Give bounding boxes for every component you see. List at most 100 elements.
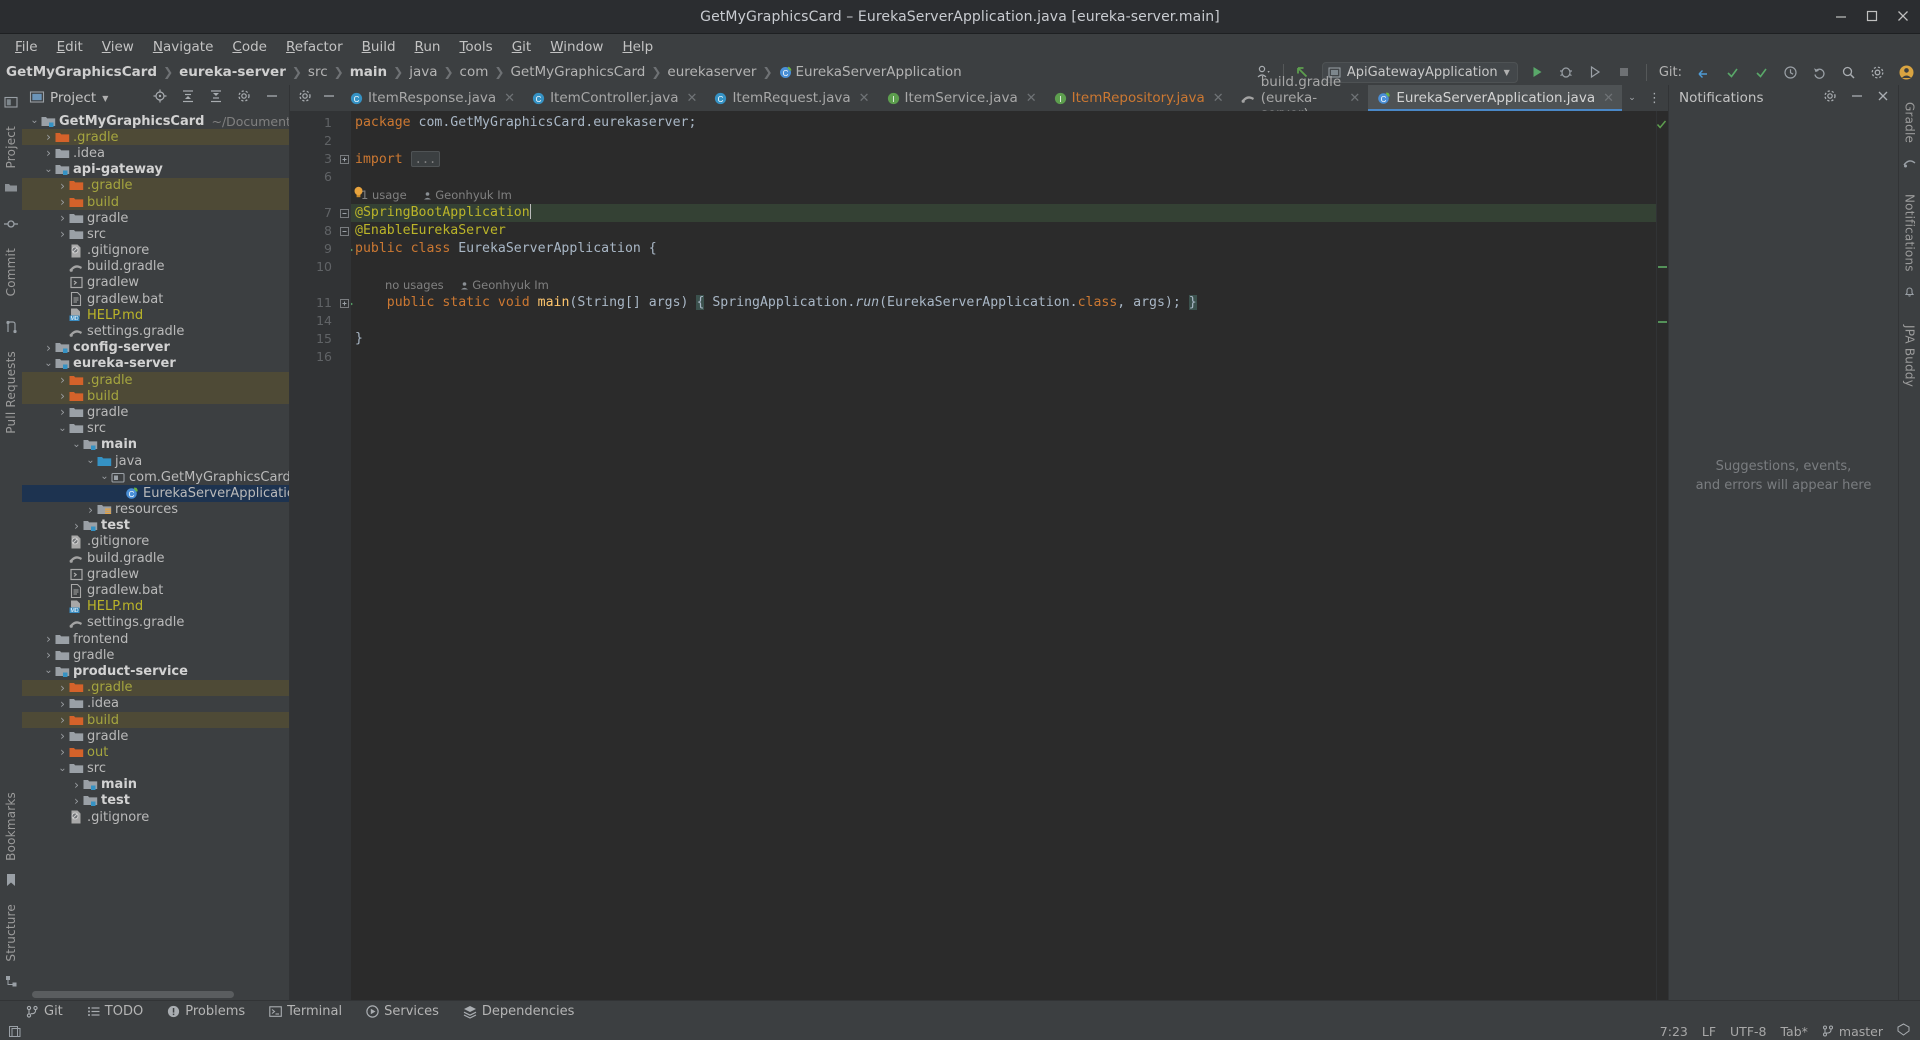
tool-window-todo[interactable]: TODO [83,1003,147,1020]
tool-window-git[interactable]: Git [22,1003,67,1020]
stripe-label-project[interactable]: Project [4,119,18,175]
editor-tab-build-gradle-eureka-server-[interactable]: build.gradle (eureka-server)✕ [1232,85,1369,111]
gear-icon[interactable] [1820,89,1840,107]
tree-node--gitignore[interactable]: .gitignore [22,809,289,825]
stripe-label-jpa-buddy[interactable]: JPA Buddy [1903,318,1917,394]
chevron-right-icon[interactable]: › [57,227,68,241]
tree-node-src[interactable]: ⌄src [22,421,289,437]
tree-node--gradle[interactable]: ›.gradle [22,372,289,388]
editor-gutter[interactable]: 12367891011141516 [290,111,338,1000]
code-line[interactable]: public static void main(String[] args) {… [351,294,1656,312]
stripe-label-bookmarks[interactable]: Bookmarks [4,785,18,868]
inspection-icon[interactable] [1897,1023,1910,1039]
structure-icon[interactable] [5,969,18,1000]
chevron-right-icon[interactable]: › [57,405,68,419]
tree-node-api-gateway[interactable]: ⌄api-gateway [22,162,289,178]
menu-navigate[interactable]: Navigate [144,37,223,57]
chevron-right-icon[interactable]: › [57,389,68,403]
editor-tab-itemresponse-java[interactable]: CItemResponse.java✕ [341,85,523,111]
indent-setting[interactable]: Tab* [1780,1024,1807,1039]
fold-marker[interactable] [338,150,351,168]
editor-tab-itemrequest-java[interactable]: CItemRequest.java✕ [705,85,877,111]
tree-node-src[interactable]: ⌄src [22,761,289,777]
editor-tab-itemcontroller-java[interactable]: CItemController.java✕ [523,85,705,111]
code-line[interactable]: import ... [351,150,1656,168]
tree-node-help-md[interactable]: MDHELP.md [22,307,289,323]
code-line[interactable]: @SpringBootApplication [351,204,1656,222]
project-tree-scrollbar[interactable] [32,991,234,998]
chevron-down-icon[interactable]: ⌄ [29,118,40,124]
menu-edit[interactable]: Edit [48,37,92,57]
hide-icon[interactable] [261,89,285,107]
minimize-button[interactable] [1833,8,1850,25]
maximize-button[interactable] [1864,8,1881,25]
tree-node--gradle[interactable]: ›.gradle [22,129,289,145]
chevron-down-icon[interactable]: ⌄ [57,426,68,432]
chevron-right-icon[interactable]: › [43,341,54,355]
close-tab-icon[interactable]: ✕ [687,91,698,106]
chevron-down-icon[interactable]: ⌄ [99,474,110,480]
tab-more-options-icon[interactable]: ⋮ [1644,88,1664,108]
stripe-label-commit[interactable]: Commit [4,241,18,303]
intention-bulb-icon[interactable] [353,186,364,204]
locate-icon[interactable] [149,89,171,107]
git-branch[interactable]: master [1822,1024,1883,1039]
code-line[interactable]: } [351,330,1656,348]
usages-hint[interactable]: 1 usage [361,188,407,202]
stripe-label-notifications[interactable]: Notifications [1903,187,1917,279]
tree-node-main[interactable]: ⌄main [22,437,289,453]
tree-node--idea[interactable]: ›.idea [22,696,289,712]
tree-node-src[interactable]: ›src [22,226,289,242]
editor-tab-eurekaserverapplication-java[interactable]: CEurekaServerApplication.java✕ [1368,85,1622,111]
tree-node-settings-gradle[interactable]: settings.gradle [22,615,289,631]
author-hint[interactable]: Geonhyuk Im [460,278,549,292]
run-icon[interactable] [1527,62,1547,82]
tree-node-gradle[interactable]: ›gradle [22,728,289,744]
code-content[interactable]: package com.GetMyGraphicsCard.eurekaserv… [351,111,1656,1000]
close-tab-icon[interactable]: ✕ [859,91,870,106]
editor-tab-itemservice-java[interactable]: IItemService.java✕ [878,85,1045,111]
minimize-icon[interactable] [1847,89,1867,107]
chevron-right-icon[interactable]: › [57,373,68,387]
chevron-down-icon[interactable]: ▼ [1504,68,1510,77]
chevron-down-icon[interactable]: ⌄ [43,361,54,367]
debug-icon[interactable] [1556,62,1576,82]
expand-all-icon[interactable] [177,89,199,107]
close-icon[interactable] [1874,90,1894,106]
tree-node-help-md[interactable]: MDHELP.md [22,599,289,615]
tree-node-build[interactable]: ›build [22,712,289,728]
code-line[interactable]: package com.GetMyGraphicsCard.eurekaserv… [351,114,1656,132]
tree-node-eurekaserverapplication[interactable]: CEurekaServerApplication [22,485,289,501]
tree-node-build-gradle[interactable]: build.gradle [22,550,289,566]
tree-node-gradlew-bat[interactable]: gradlew.bat [22,291,289,307]
chevron-right-icon[interactable]: › [85,503,96,517]
tree-node-java[interactable]: ⌄java [22,453,289,469]
close-tab-icon[interactable]: ✕ [1026,91,1037,106]
close-tab-icon[interactable]: ✕ [1603,91,1614,106]
tree-node-frontend[interactable]: ›frontend [22,631,289,647]
stripe-label-pull-requests[interactable]: Pull Requests [4,344,18,441]
chevron-right-icon[interactable]: › [71,794,82,808]
author-hint[interactable]: Geonhyuk Im [423,188,512,202]
rollback-icon[interactable] [1809,62,1829,82]
tree-node-build[interactable]: ›build [22,388,289,404]
chevron-down-icon[interactable]: ⌄ [43,167,54,173]
tree-node-settings-gradle[interactable]: settings.gradle [22,323,289,339]
close-button[interactable] [1895,8,1912,25]
menu-refactor[interactable]: Refactor [277,37,352,57]
chevron-right-icon[interactable]: › [57,211,68,225]
chevron-right-icon[interactable]: › [43,130,54,144]
breadcrumb-item-getmygraphicscard[interactable]: GetMyGraphicsCard [6,64,157,80]
breadcrumb-item-eurekaserverapplication[interactable]: CEurekaServerApplication [779,64,962,80]
chevron-down-icon[interactable]: ⌄ [85,458,96,464]
chevron-right-icon[interactable]: › [57,195,68,209]
chevron-right-icon[interactable]: › [43,146,54,160]
stripe-label-gradle[interactable]: Gradle [1903,95,1917,150]
chevron-down-icon[interactable]: ⌄ [43,668,54,674]
project-scope-chevron-icon[interactable]: ▼ [102,94,108,103]
chevron-down-icon[interactable]: ⌄ [57,766,68,772]
tree-node--gitignore[interactable]: .gitignore [22,243,289,259]
menu-code[interactable]: Code [223,37,276,57]
git-update-icon[interactable] [1693,62,1713,82]
tree-node-test[interactable]: ›test [22,793,289,809]
